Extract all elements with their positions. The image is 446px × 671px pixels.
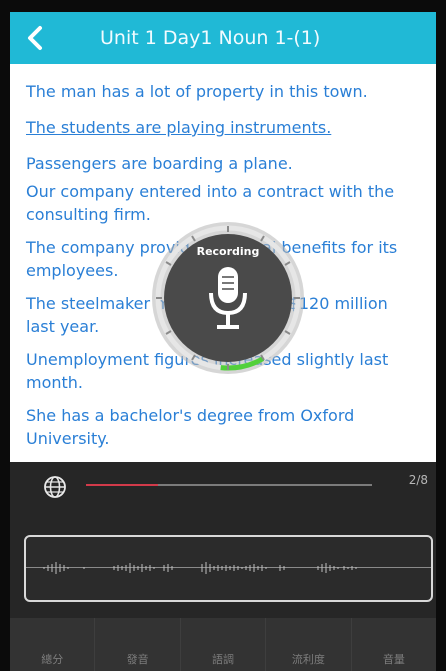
score-label: 語調 bbox=[212, 653, 235, 666]
recording-overlay[interactable]: Recording bbox=[145, 215, 311, 381]
phone-frame: Unit 1 Day1 Noun 1-(1) The man has a lot… bbox=[0, 0, 446, 671]
waveform-box[interactable] bbox=[24, 535, 433, 602]
sentence-counter: 2/8 bbox=[408, 473, 428, 487]
score-label: 發音 bbox=[126, 653, 149, 666]
score-volume[interactable]: 音量 bbox=[352, 618, 436, 671]
header-bar: Unit 1 Day1 Noun 1-(1) bbox=[10, 12, 436, 64]
waveform bbox=[43, 562, 357, 574]
playback-progress-track[interactable] bbox=[86, 484, 372, 486]
score-label: 音量 bbox=[382, 653, 405, 666]
sentence-item[interactable]: The man has a lot of property in this to… bbox=[26, 80, 416, 103]
score-intonation[interactable]: 語調 bbox=[181, 618, 267, 671]
sentence-item[interactable]: She has a bachelor's degree from Oxford … bbox=[26, 404, 416, 450]
microphone-icon bbox=[209, 267, 247, 329]
sentence-item[interactable]: Passengers are boarding a plane. bbox=[26, 152, 416, 175]
score-bar: 總分 發音 語調 流利度 音量 bbox=[10, 618, 436, 671]
page-title: Unit 1 Day1 Noun 1-(1) bbox=[100, 27, 321, 49]
sentence-item-active[interactable]: The students are playing instruments. bbox=[26, 116, 416, 139]
chevron-left-icon[interactable] bbox=[20, 22, 52, 54]
app-screen: Unit 1 Day1 Noun 1-(1) The man has a lot… bbox=[10, 12, 436, 671]
score-total[interactable]: 總分 bbox=[10, 618, 96, 671]
score-pronunciation[interactable]: 發音 bbox=[95, 618, 181, 671]
score-label: 流利度 bbox=[291, 653, 325, 666]
player-panel: 2/8 總分 發音 語調 流利度 音量 bbox=[10, 462, 436, 671]
score-fluency[interactable]: 流利度 bbox=[266, 618, 352, 671]
recording-label: Recording bbox=[196, 245, 260, 258]
globe-icon[interactable] bbox=[42, 474, 68, 500]
sentence-list: The man has a lot of property in this to… bbox=[10, 64, 436, 462]
playback-progress-fill bbox=[86, 484, 158, 486]
score-label: 總分 bbox=[41, 653, 64, 666]
